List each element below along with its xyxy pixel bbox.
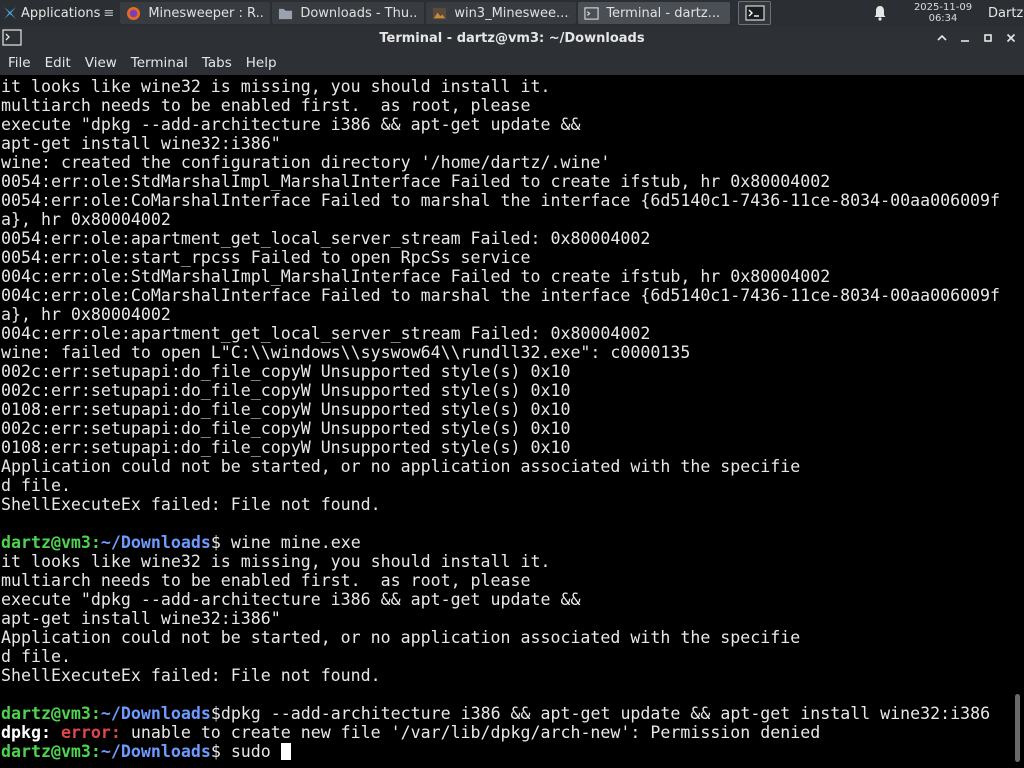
- prompt-dollar: $: [210, 533, 221, 552]
- terminal-line: it looks like wine32 is missing, you sho…: [1, 552, 551, 571]
- terminal-line: d file.: [1, 476, 71, 495]
- menu-terminal[interactable]: Terminal: [131, 55, 199, 71]
- minimize-button[interactable]: [953, 28, 976, 48]
- terminal-output[interactable]: it looks like wine32 is missing, you sho…: [0, 76, 1009, 768]
- terminal-line: 004c:err:ole:CoMarshalInterface Failed t…: [1, 286, 1001, 305]
- terminal-line: ShellExecuteEx failed: File not found.: [1, 495, 381, 514]
- terminal-icon: [745, 5, 765, 21]
- terminal-line: ShellExecuteEx failed: File not found.: [1, 666, 381, 685]
- prompt-user: dartz@vm3: [1, 704, 91, 723]
- terminal-line: 0054:err:ole:StdMarshalImpl_MarshalInter…: [1, 172, 831, 191]
- prompt-colon: :: [90, 533, 101, 552]
- terminal-line: apt-get install wine32:i386": [1, 609, 281, 628]
- prompt-dollar: $: [210, 704, 221, 723]
- text-cursor: [280, 743, 291, 760]
- terminal-line: a}, hr 0x80004002: [1, 210, 171, 229]
- command-text: wine mine.exe: [220, 533, 361, 552]
- maximize-up-button[interactable]: [930, 28, 953, 48]
- terminal-line: a}, hr 0x80004002: [1, 305, 171, 324]
- task-label: Downloads - Thu...: [300, 5, 419, 21]
- menu-help[interactable]: Help: [246, 55, 288, 71]
- terminal-line: d file.: [1, 647, 71, 666]
- prompt-line: dartz@vm3:~/Downloads$ wine mine.exe: [1, 533, 1009, 552]
- task-image-viewer[interactable]: win3_Mineswee....: [426, 2, 577, 24]
- prompt-user: dartz@vm3: [1, 533, 91, 552]
- clock-time: 06:34: [928, 13, 958, 24]
- terminal-line: 0108:err:setupapi:do_file_copyW Unsuppor…: [1, 438, 571, 457]
- menu-view[interactable]: View: [85, 55, 128, 71]
- terminal-line: 002c:err:setupapi:do_file_copyW Unsuppor…: [1, 362, 571, 381]
- terminal-scrollbar[interactable]: [1009, 76, 1024, 768]
- prompt-line: dartz@vm3:~/Downloads$dpkg --add-archite…: [1, 704, 1009, 723]
- task-downloads-folder[interactable]: Downloads - Thu...: [272, 2, 425, 24]
- folder-icon: [279, 8, 293, 19]
- terminal-line: 0054:err:ole:CoMarshalInterface Failed t…: [1, 191, 1001, 210]
- terminal-line: 0054:err:ole:apartment_get_local_server_…: [1, 229, 651, 248]
- terminal-line: 0108:err:setupapi:do_file_copyW Unsuppor…: [1, 400, 571, 419]
- terminal-line: dpkg: error: unable to create new file '…: [1, 723, 1009, 742]
- image-viewer-icon: [433, 7, 447, 19]
- prompt-line: dartz@vm3:~/Downloads$ sudo: [1, 742, 1009, 761]
- window-title: Terminal - dartz@vm3: ~/Downloads: [379, 30, 645, 46]
- terminal-line: 002c:err:setupapi:do_file_copyW Unsuppor…: [1, 381, 571, 400]
- applications-menu[interactable]: Applications ≡: [0, 0, 118, 26]
- prompt-user: dartz@vm3: [1, 742, 91, 761]
- terminal-line: 0054:err:ole:start_rpcss Failed to open …: [1, 248, 531, 267]
- terminal-line: wine: created the configuration director…: [1, 153, 611, 172]
- command-text: sudo: [220, 742, 281, 761]
- terminal-line: it looks like wine32 is missing, you sho…: [1, 77, 551, 96]
- error-label: error:: [50, 723, 121, 742]
- prompt-path: ~/Downloads: [100, 533, 211, 552]
- terminal-line: multiarch needs to be enabled first. as …: [1, 571, 531, 590]
- terminal-icon: [584, 6, 599, 20]
- menu-tabs[interactable]: Tabs: [202, 55, 243, 71]
- terminal-line: execute "dpkg --add-architecture i386 &&…: [1, 590, 581, 609]
- close-button[interactable]: [999, 28, 1022, 48]
- menu-file[interactable]: File: [8, 55, 42, 71]
- prompt-path: ~/Downloads: [100, 742, 211, 761]
- menu-edit[interactable]: Edit: [45, 55, 82, 71]
- terminal-line: wine: failed to open L"C:\\windows\\sysw…: [1, 343, 691, 362]
- scrollbar-thumb[interactable]: [1015, 694, 1020, 762]
- close-icon: [1006, 33, 1015, 43]
- prompt-colon: :: [90, 742, 101, 761]
- clock[interactable]: 2025-11-09 06:34: [910, 2, 976, 24]
- clock-date: 2025-11-09: [913, 2, 973, 13]
- menu-bar: File Edit View Terminal Tabs Help: [0, 50, 1024, 75]
- terminal-line: Application could not be started, or no …: [1, 457, 801, 476]
- terminal-line: Application could not be started, or no …: [1, 628, 801, 647]
- window-titlebar[interactable]: Terminal - dartz@vm3: ~/Downloads: [0, 26, 1024, 50]
- applications-icon: [4, 7, 16, 19]
- prompt-dollar: $: [210, 742, 221, 761]
- minimize-icon: [960, 40, 969, 42]
- applications-label: Applications: [21, 5, 101, 21]
- terminal-line: apt-get install wine32:i386": [1, 134, 281, 153]
- chevron-up-icon: [936, 34, 947, 41]
- task-label: Minesweeper : R...: [148, 5, 265, 21]
- terminal-icon: [2, 29, 22, 46]
- prompt-colon: :: [90, 704, 101, 723]
- notification-bell-icon[interactable]: [872, 5, 888, 21]
- user-menu[interactable]: Dartz: [988, 6, 1024, 21]
- task-label: Terminal - dartz...: [606, 5, 721, 21]
- firefox-icon: [127, 6, 141, 20]
- command-text: dpkg --add-architecture i386 && apt-get …: [220, 704, 991, 723]
- prompt-path: ~/Downloads: [100, 704, 211, 723]
- task-label: win3_Mineswee....: [454, 5, 571, 21]
- task-terminal[interactable]: Terminal - dartz...: [578, 2, 731, 24]
- maximize-button[interactable]: [976, 28, 999, 48]
- error-source: dpkg:: [1, 723, 51, 742]
- task-minesweeper-browser[interactable]: Minesweeper : R...: [120, 2, 271, 24]
- terminal-line: 002c:err:setupapi:do_file_copyW Unsuppor…: [1, 419, 571, 438]
- maximize-icon: [983, 34, 992, 42]
- terminal-launcher-button[interactable]: [738, 1, 772, 25]
- terminal-line: 004c:err:ole:apartment_get_local_server_…: [1, 324, 651, 343]
- top-panel: Applications ≡ Minesweeper : R... Downlo…: [0, 0, 1024, 26]
- terminal-line: 004c:err:ole:StdMarshalImpl_MarshalInter…: [1, 267, 831, 286]
- terminal-line: multiarch needs to be enabled first. as …: [1, 96, 531, 115]
- error-message: unable to create new file '/var/lib/dpkg…: [120, 723, 821, 742]
- terminal-line: execute "dpkg --add-architecture i386 &&…: [1, 115, 581, 134]
